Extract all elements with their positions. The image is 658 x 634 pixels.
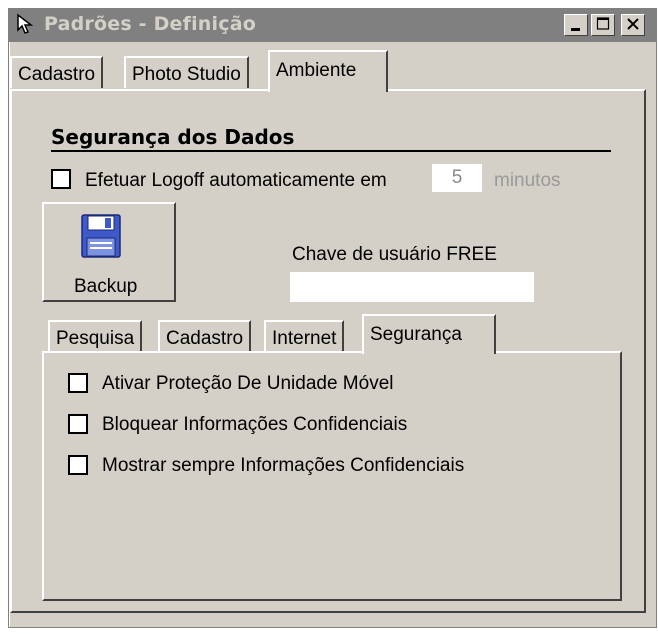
minimize-icon bbox=[571, 28, 580, 31]
mouse-pointer-icon bbox=[14, 13, 36, 35]
backup-label: Backup bbox=[74, 276, 138, 297]
active-tab-joint bbox=[270, 89, 384, 93]
tab-cadastro[interactable]: Cadastro bbox=[10, 56, 104, 88]
protecao-unidade-movel-checkbox[interactable] bbox=[68, 373, 88, 393]
minutes-label: minutos bbox=[494, 170, 561, 191]
free-key-input[interactable] bbox=[290, 272, 534, 302]
tab-label: Cadastro bbox=[18, 64, 96, 85]
logoff-label: Efetuar Logoff automaticamente em bbox=[85, 170, 387, 191]
tab-ambiente[interactable]: Ambiente bbox=[268, 50, 388, 92]
subtab-label: Pesquisa bbox=[56, 328, 135, 349]
subtab-internet[interactable]: Internet bbox=[264, 320, 345, 352]
bloquear-confidenciais-checkbox[interactable] bbox=[68, 414, 88, 434]
section-divider bbox=[51, 150, 611, 152]
subtab-label: Internet bbox=[272, 328, 337, 349]
subtab-label: Segurança bbox=[370, 324, 462, 345]
maximize-button[interactable] bbox=[591, 14, 615, 36]
maximize-icon bbox=[596, 17, 610, 30]
section-title: Segurança dos Dados bbox=[51, 125, 295, 149]
option-label: Mostrar sempre Informações Confidenciais bbox=[102, 455, 465, 476]
close-icon bbox=[627, 18, 639, 30]
backup-button[interactable]: Backup bbox=[42, 202, 176, 302]
option-label: Bloquear Informações Confidenciais bbox=[102, 414, 408, 435]
window-title: Padrões - Definição bbox=[44, 13, 256, 35]
option-label: Ativar Proteção De Unidade Móvel bbox=[102, 373, 394, 394]
tab-label: Photo Studio bbox=[132, 64, 241, 85]
logoff-minutes-field[interactable]: 5 bbox=[432, 164, 482, 192]
mostrar-confidenciais-checkbox[interactable] bbox=[68, 455, 88, 475]
subtab-cadastro[interactable]: Cadastro bbox=[158, 320, 252, 352]
floppy-disk-icon bbox=[81, 214, 121, 258]
close-button[interactable] bbox=[621, 14, 645, 36]
tab-photo-studio[interactable]: Photo Studio bbox=[124, 56, 249, 88]
active-subtab-joint bbox=[364, 351, 492, 355]
subtab-pesquisa[interactable]: Pesquisa bbox=[48, 320, 143, 352]
subtab-seguranca[interactable]: Segurança bbox=[362, 314, 496, 354]
free-key-label: Chave de usuário FREE bbox=[292, 244, 497, 265]
subtab-label: Cadastro bbox=[166, 328, 244, 349]
tab-label: Ambiente bbox=[276, 60, 357, 81]
minimize-button[interactable] bbox=[564, 14, 588, 36]
logoff-checkbox[interactable] bbox=[51, 169, 71, 189]
